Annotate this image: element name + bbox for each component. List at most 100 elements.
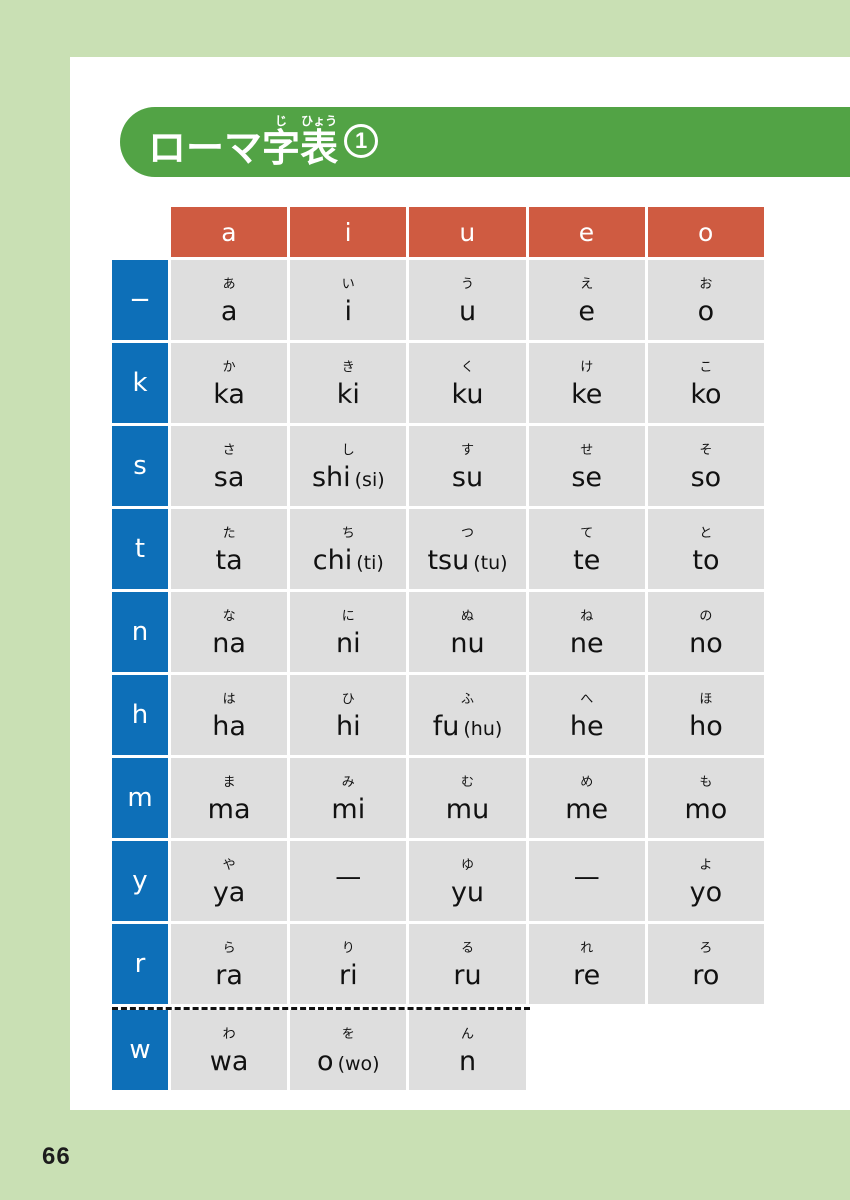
cell-kana: し bbox=[341, 442, 355, 458]
row-header-vowel: − bbox=[112, 260, 168, 340]
cell-romaji: ho bbox=[689, 713, 723, 740]
cell-kana: を bbox=[341, 1026, 355, 1042]
table-cell: け ke bbox=[528, 343, 645, 423]
cell-romaji: mu bbox=[446, 796, 489, 823]
table-cell: な na bbox=[171, 592, 288, 672]
cell-romaji-primary: ro bbox=[692, 959, 720, 991]
table-cell: ま ma bbox=[171, 758, 288, 838]
table-cell: んn bbox=[409, 1010, 526, 1090]
cell-romaji: ta bbox=[216, 547, 243, 574]
cell-romaji-alternate: (hu) bbox=[463, 717, 503, 740]
cell-no-sound-dash: — bbox=[335, 862, 362, 892]
cell-kana: ん bbox=[461, 1026, 475, 1042]
cell-kana: な bbox=[222, 608, 236, 624]
cell-romaji: a bbox=[221, 298, 238, 325]
title-char-1: ー bbox=[186, 115, 224, 169]
table-cell: き ki bbox=[290, 343, 407, 423]
table-cell: — bbox=[290, 841, 407, 921]
cell-romaji-primary: yu bbox=[450, 876, 485, 908]
title-base-char: 字 bbox=[262, 126, 301, 171]
table-cell: ね ne bbox=[528, 592, 645, 672]
cell-romaji-primary: mu bbox=[445, 793, 490, 825]
cell-romaji: ne bbox=[570, 630, 604, 657]
table-cell: る ru bbox=[409, 924, 526, 1004]
cell-romaji: yo bbox=[690, 879, 723, 906]
table-row: m ま ma み mi む mu め me も mo bbox=[112, 758, 765, 838]
cell-romaji-alternate: (wo) bbox=[337, 1052, 380, 1075]
table-cell: し shi (si) bbox=[290, 426, 407, 506]
cell-romaji: nu bbox=[450, 630, 484, 657]
table-cell: うu bbox=[409, 260, 526, 340]
cell-romaji-primary: ku bbox=[451, 378, 484, 410]
cell-romaji-primary: mo bbox=[684, 793, 728, 825]
cell-romaji: me bbox=[565, 796, 608, 823]
cell-romaji: ru bbox=[453, 962, 481, 989]
cell-romaji: o (wo) bbox=[317, 1048, 380, 1075]
row-header-t: t bbox=[112, 509, 168, 589]
cell-kana: か bbox=[222, 359, 236, 375]
cell-romaji-primary: ya bbox=[212, 876, 246, 908]
title-base-char: マ bbox=[224, 126, 263, 171]
title-char-3: じ字 bbox=[262, 115, 300, 169]
cell-romaji: yu bbox=[451, 879, 484, 906]
cell-romaji: sa bbox=[214, 464, 245, 491]
cell-kana: や bbox=[222, 857, 236, 873]
cell-kana: の bbox=[699, 608, 713, 624]
cell-romaji: shi (si) bbox=[312, 464, 385, 491]
table-cell: り ri bbox=[290, 924, 407, 1004]
cell-kana: て bbox=[580, 525, 594, 541]
cell-romaji-primary: ho bbox=[689, 710, 723, 742]
cell-romaji: n bbox=[459, 1048, 476, 1075]
table-cell: ほ ho bbox=[647, 675, 765, 755]
table-cell: や ya bbox=[171, 841, 288, 921]
cell-kana: は bbox=[222, 691, 236, 707]
cell-romaji: se bbox=[571, 464, 602, 491]
cell-romaji-primary: sa bbox=[213, 461, 245, 493]
title-base-char: 表 bbox=[300, 126, 339, 171]
table-row: − あ a い i う u え e お o bbox=[112, 260, 765, 340]
row-header-k: k bbox=[112, 343, 168, 423]
table-corner-cell bbox=[112, 207, 168, 257]
cell-romaji-primary: ni bbox=[335, 627, 361, 659]
column-header-o: o bbox=[647, 207, 765, 257]
title-base-char: ー bbox=[186, 126, 225, 171]
cell-kana: め bbox=[580, 774, 594, 790]
cell-romaji: ha bbox=[212, 713, 246, 740]
cell-romaji: o bbox=[698, 298, 715, 325]
cell-kana: み bbox=[341, 774, 355, 790]
cell-kana: も bbox=[699, 774, 713, 790]
table-cell: と to bbox=[647, 509, 765, 589]
cell-kana: え bbox=[580, 276, 594, 292]
romaji-table: a i u e o − あ a い i う u え e お o k か ka き ki く ku け ke こ ko s さ sa し shi… bbox=[112, 207, 765, 1093]
table-cell: ら ra bbox=[171, 924, 288, 1004]
table-cell-empty bbox=[648, 1010, 764, 1090]
cell-kana: ひ bbox=[341, 691, 355, 707]
cell-kana: り bbox=[341, 940, 355, 956]
table-cell: へ he bbox=[528, 675, 645, 755]
row-header-m: m bbox=[112, 758, 168, 838]
cell-romaji-primary: me bbox=[565, 793, 609, 825]
table-cell: み mi bbox=[290, 758, 407, 838]
cell-romaji-primary: su bbox=[451, 461, 484, 493]
cell-romaji-primary: he bbox=[569, 710, 604, 742]
cell-kana: わ bbox=[222, 1026, 236, 1042]
cell-kana: あ bbox=[222, 276, 236, 292]
cell-romaji: e bbox=[578, 298, 595, 325]
cell-romaji-alternate: (ti) bbox=[356, 551, 384, 574]
cell-kana: こ bbox=[699, 359, 713, 375]
row-header-n: n bbox=[112, 592, 168, 672]
cell-romaji-primary: chi bbox=[312, 544, 353, 576]
cell-romaji-primary: ru bbox=[453, 959, 482, 991]
cell-romaji-primary: u bbox=[458, 295, 477, 327]
table-cell: た ta bbox=[171, 509, 288, 589]
cell-romaji-primary: o bbox=[317, 1045, 334, 1077]
cell-romaji-primary: yo bbox=[689, 876, 723, 908]
cell-romaji-primary: ma bbox=[207, 793, 251, 825]
cell-kana: さ bbox=[222, 442, 236, 458]
table-cell: わ wa bbox=[171, 1010, 288, 1090]
table-cell: か ka bbox=[171, 343, 288, 423]
cell-romaji: ma bbox=[208, 796, 251, 823]
cell-romaji: wa bbox=[210, 1048, 249, 1075]
cell-kana: ふ bbox=[461, 691, 475, 707]
table-cell: は ha bbox=[171, 675, 288, 755]
